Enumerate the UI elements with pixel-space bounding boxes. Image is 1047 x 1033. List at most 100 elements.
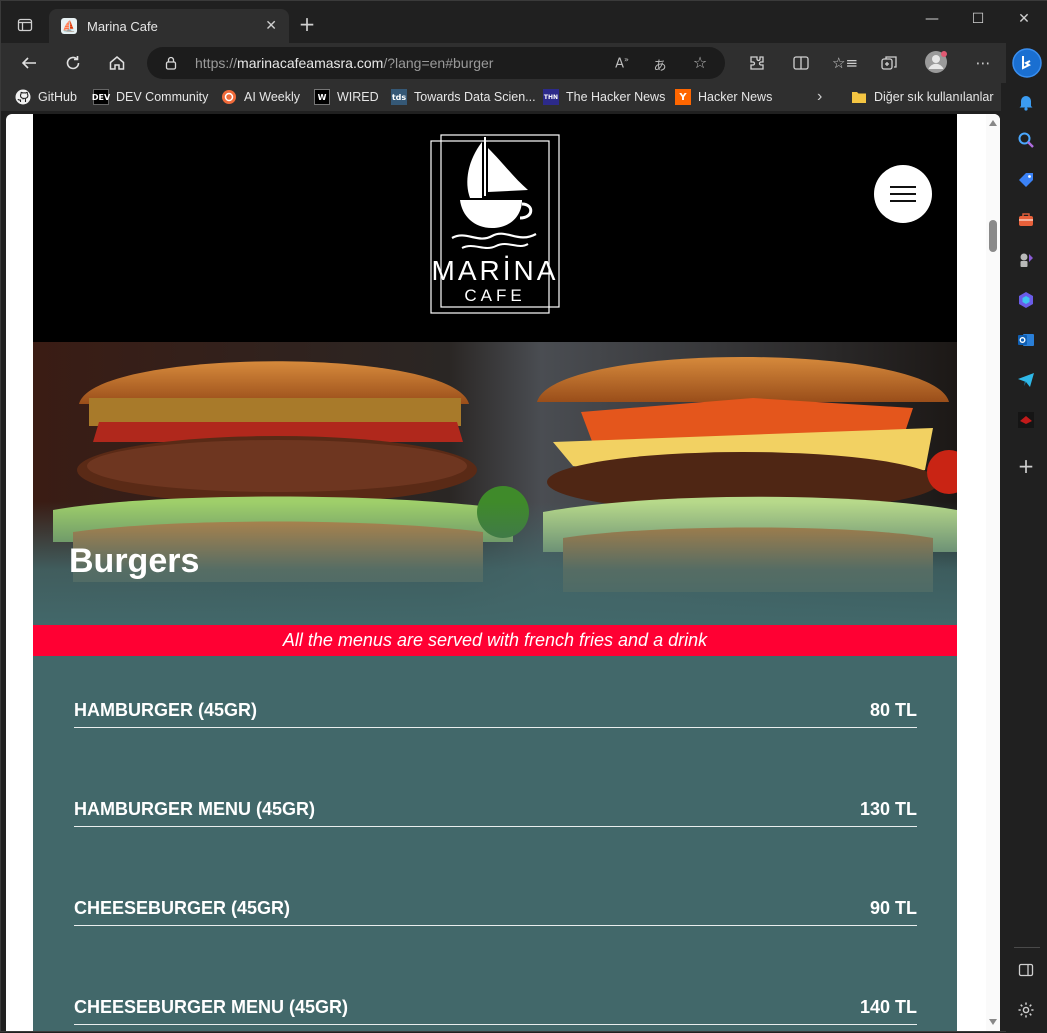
- dev-icon: DEV: [92, 89, 110, 105]
- menu-bar: [890, 193, 916, 195]
- shopping-tag-icon[interactable]: [1015, 169, 1037, 191]
- navigation-toolbar: https://marinacafeamasra.com/?lang=en#bu…: [1, 43, 1047, 83]
- page-scrollbar[interactable]: [986, 114, 1000, 1031]
- address-bar[interactable]: https://marinacafeamasra.com/?lang=en#bu…: [147, 47, 725, 79]
- tab-marina-cafe[interactable]: ⛵ Marina Cafe ✕: [49, 9, 289, 43]
- new-tab-button[interactable]: +: [295, 13, 319, 37]
- menu-notice-banner: All the menus are served with french fri…: [33, 625, 957, 656]
- refresh-icon: [66, 56, 80, 70]
- menu-item-name: CHEESEBURGER (45GR): [74, 898, 291, 918]
- bookmark-other-favorites[interactable]: Diğer sık kullanılanlar: [851, 88, 994, 106]
- thn-icon: THN: [543, 89, 559, 105]
- tds-icon: tds: [391, 89, 407, 105]
- hn-icon: Y: [675, 89, 691, 105]
- bookmark-label: Towards Data Scien...: [414, 90, 536, 104]
- menu-bar: [890, 200, 916, 202]
- settings-gear-icon[interactable]: [1015, 999, 1037, 1021]
- back-button[interactable]: [15, 49, 43, 77]
- home-button[interactable]: [103, 49, 131, 77]
- custom-app-icon[interactable]: [1015, 409, 1037, 431]
- menu-item-price: 130 TL: [859, 799, 917, 819]
- url-text: https://marinacafeamasra.com/?lang=en#bu…: [195, 55, 493, 71]
- menu-item-name: HAMBURGER (45GR): [74, 700, 258, 720]
- outlook-icon[interactable]: [1015, 329, 1037, 351]
- split-screen-icon[interactable]: [789, 51, 813, 75]
- profile-avatar[interactable]: [923, 49, 949, 75]
- edge-sidebar: +: [1006, 43, 1047, 1033]
- menu-item-name: HAMBURGER MENU (45GR): [74, 799, 316, 819]
- bookmark-dev-community[interactable]: DEV DEV Community: [92, 88, 209, 106]
- menu-item-price: 80 TL: [869, 700, 917, 720]
- tab-close-icon[interactable]: ✕: [265, 18, 277, 34]
- extensions-icon[interactable]: [745, 51, 769, 75]
- browser-window: ⛵ Marina Cafe ✕ + — ☐ ✕ https://marinaca…: [0, 0, 1047, 1033]
- bookmark-the-hacker-news[interactable]: THN The Hacker News: [543, 88, 665, 106]
- menu-item-hamburger: HAMBURGER (45GR) 80 TL: [74, 674, 917, 728]
- marina-cafe-logo[interactable]: MARİNA CAFE: [430, 134, 560, 316]
- hamburger-menu-button[interactable]: [874, 165, 932, 223]
- bookmark-label: Hacker News: [698, 90, 773, 104]
- menu-item-cheeseburger: CHEESEBURGER (45GR) 90 TL: [74, 872, 917, 926]
- logo-line2: CAFE: [464, 286, 525, 305]
- maximize-button[interactable]: ☐: [955, 11, 1001, 33]
- favorites-icon[interactable]: ☆≡: [832, 51, 858, 75]
- read-aloud-icon[interactable]: A»: [613, 55, 631, 73]
- sidebar-divider: [1014, 947, 1040, 948]
- wired-icon: W: [314, 89, 330, 105]
- tab-title: Marina Cafe: [87, 18, 158, 34]
- sailboat-cup-icon: [451, 137, 537, 249]
- bookmark-label: Diğer sık kullanılanlar: [874, 90, 994, 104]
- bookmark-towards-data-science[interactable]: tds Towards Data Scien...: [391, 88, 536, 106]
- menu-bar: [890, 186, 916, 188]
- games-icon[interactable]: [1015, 249, 1037, 271]
- menu-item-hamburger-menu: HAMBURGER MENU (45GR) 130 TL: [74, 773, 917, 827]
- telegram-send-icon[interactable]: [1015, 369, 1037, 391]
- translate-icon[interactable]: あ: [651, 55, 669, 74]
- folder-icon: [851, 89, 867, 105]
- minimize-button[interactable]: —: [909, 11, 955, 33]
- section-title: Burgers: [69, 542, 200, 580]
- tools-briefcase-icon[interactable]: [1015, 209, 1037, 231]
- bookmark-hacker-news[interactable]: Y Hacker News: [675, 88, 772, 106]
- bookmarks-overflow-chevron-icon[interactable]: ›: [817, 88, 822, 106]
- menu-item-name: CHEESEBURGER MENU (45GR): [74, 997, 349, 1017]
- bookmark-label: AI Weekly: [244, 90, 301, 104]
- logo-line1: MARİNA: [432, 255, 559, 286]
- scroll-up-arrow-icon[interactable]: [989, 120, 997, 126]
- tab-bar: ⛵ Marina Cafe ✕ + — ☐ ✕: [1, 1, 1047, 43]
- bookmark-label: DEV Community: [116, 90, 209, 104]
- scroll-down-arrow-icon[interactable]: [989, 1019, 997, 1025]
- site-header: MARİNA CAFE: [33, 114, 957, 342]
- lock-icon[interactable]: [163, 55, 179, 71]
- copilot-icon[interactable]: [1011, 47, 1043, 79]
- close-window-button[interactable]: ✕: [1001, 11, 1047, 33]
- back-arrow-icon: [21, 57, 36, 69]
- tab-actions-icon: [17, 18, 33, 32]
- bookmarks-bar: GitHub DEV DEV Community AI Weekly W WIR…: [1, 83, 1001, 111]
- microsoft-365-icon[interactable]: [1015, 289, 1037, 311]
- refresh-button[interactable]: [59, 49, 87, 77]
- menu-item-price: 140 TL: [859, 997, 917, 1017]
- more-options-icon[interactable]: ⋯: [971, 51, 995, 75]
- bookmark-ai-weekly[interactable]: AI Weekly: [221, 88, 300, 106]
- bookmark-label: WIRED: [337, 90, 379, 104]
- search-icon[interactable]: [1015, 129, 1037, 151]
- bookmark-label: GitHub: [38, 90, 77, 104]
- url-path: /?lang=en#burger: [383, 55, 494, 71]
- hide-sidebar-icon[interactable]: [1015, 959, 1037, 981]
- burger-hero-image: [33, 342, 957, 625]
- favorite-star-icon[interactable]: ☆: [691, 53, 709, 72]
- collections-icon[interactable]: [877, 51, 901, 75]
- marina-cafe-site: MARİNA CAFE Burgers All the menus are se…: [33, 114, 957, 1031]
- bookmark-wired[interactable]: W WIRED: [314, 88, 379, 106]
- tab-actions-button[interactable]: [11, 11, 39, 39]
- ai-weekly-icon: [221, 89, 237, 105]
- add-sidebar-app-icon[interactable]: +: [1015, 454, 1037, 478]
- menu-item-cheeseburger-menu: CHEESEBURGER MENU (45GR) 140 TL: [74, 971, 917, 1025]
- github-icon: [15, 89, 31, 105]
- bookmark-github[interactable]: GitHub: [15, 88, 77, 106]
- scroll-thumb[interactable]: [989, 220, 997, 252]
- url-host: marinacafeamasra.com: [237, 55, 384, 71]
- menu-item-price: 90 TL: [869, 898, 917, 918]
- notifications-bell-icon[interactable]: [1015, 91, 1037, 113]
